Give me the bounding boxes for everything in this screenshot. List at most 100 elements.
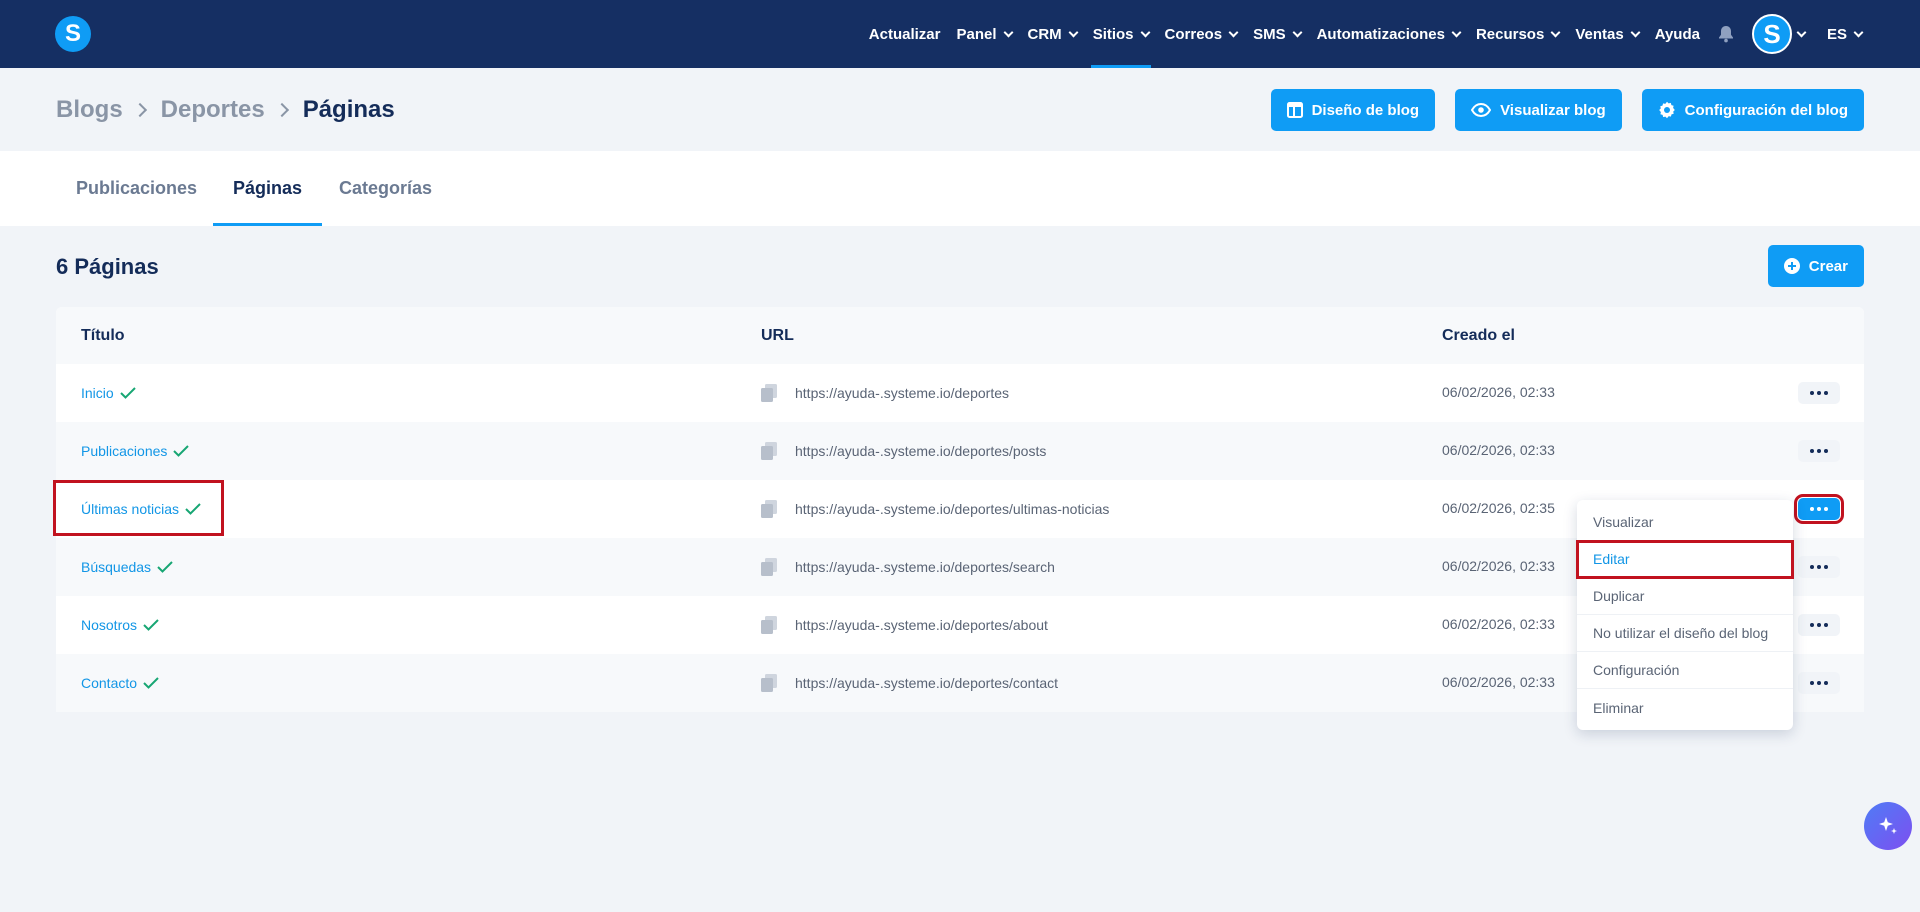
notifications-bell-icon[interactable] <box>1708 0 1744 68</box>
row-more-actions-button[interactable] <box>1798 440 1840 462</box>
created-date: 06/02/2026, 02:33 <box>1442 384 1555 400</box>
tab-categorias[interactable]: Categorías <box>319 151 452 226</box>
menu-item-configuración[interactable]: Configuración <box>1577 652 1793 689</box>
copy-icon[interactable] <box>761 674 777 692</box>
nav-item-crm[interactable]: CRM <box>1020 0 1085 68</box>
page-title-link[interactable]: Inicio <box>81 385 114 401</box>
nav-label: Sitios <box>1092 25 1134 43</box>
blog-settings-button[interactable]: Configuración del blog <box>1641 89 1864 131</box>
nav-item-recursos[interactable]: Recursos <box>1468 0 1567 68</box>
row-more-actions-button[interactable] <box>1794 494 1844 524</box>
copy-icon[interactable] <box>761 500 777 518</box>
table-row: Inicio https://ayuda-.systeme.io/deporte… <box>56 364 1864 422</box>
check-icon <box>157 561 173 573</box>
create-button[interactable]: Crear <box>1767 245 1864 287</box>
column-header-created: Creado el <box>1442 326 1515 344</box>
menu-item-no-utilizar-el-diseño-del-blog[interactable]: No utilizar el diseño del blog <box>1577 615 1793 652</box>
tab-paginas[interactable]: Páginas <box>213 151 323 226</box>
created-date: 06/02/2026, 02:33 <box>1442 616 1555 632</box>
chevron-down-icon <box>1630 27 1641 37</box>
page-title-link[interactable]: Nosotros <box>81 617 137 633</box>
nav-item-ventas[interactable]: Ventas <box>1567 0 1646 68</box>
check-icon <box>185 503 201 515</box>
breadcrumb-blogs[interactable]: Blogs <box>56 96 123 124</box>
created-date: 06/02/2026, 02:35 <box>1442 500 1555 516</box>
dot <box>1824 391 1828 395</box>
copy-icon[interactable] <box>761 558 777 576</box>
language-selector[interactable]: ES <box>1819 0 1870 68</box>
chevron-down-icon <box>1451 27 1462 37</box>
nav-item-sitios[interactable]: Sitios <box>1085 0 1157 68</box>
dot <box>1810 507 1814 511</box>
systeme-logo[interactable]: S <box>55 16 91 52</box>
nav-label: Ventas <box>1575 25 1624 43</box>
chevron-right-icon <box>132 102 147 118</box>
created-date: 06/02/2026, 02:33 <box>1442 674 1555 690</box>
page-url: https://ayuda-.systeme.io/deportes <box>795 385 1009 401</box>
language-label: ES <box>1826 25 1847 43</box>
dot <box>1824 507 1828 511</box>
dot <box>1817 391 1821 395</box>
layout-icon <box>1286 102 1303 118</box>
row-more-actions-button[interactable] <box>1798 614 1840 636</box>
page-url: https://ayuda-.systeme.io/deportes/posts <box>795 443 1047 459</box>
column-header-title: Título <box>81 326 125 344</box>
view-blog-label: Visualizar blog <box>1500 101 1606 119</box>
column-header-url: URL <box>761 326 794 344</box>
nav-item-ayuda[interactable]: Ayuda <box>1647 0 1708 68</box>
row-created-cell: 06/02/2026, 02:33 <box>1442 442 1555 460</box>
page-url: https://ayuda-.systeme.io/deportes/about <box>795 617 1048 633</box>
nav-label: Recursos <box>1475 25 1545 43</box>
ai-assistant-button[interactable] <box>1864 802 1912 850</box>
chevron-down-icon <box>1550 27 1561 37</box>
check-icon <box>119 387 136 399</box>
menu-item-visualizar[interactable]: Visualizar <box>1577 504 1793 541</box>
menu-item-duplicar[interactable]: Duplicar <box>1577 578 1793 615</box>
breadcrumb-deportes[interactable]: Deportes <box>161 96 265 124</box>
tab-label: Categorías <box>339 178 433 198</box>
nav-label: CRM <box>1027 25 1062 43</box>
nav-item-automatizaciones[interactable]: Automatizaciones <box>1309 0 1468 68</box>
copy-icon[interactable] <box>761 384 777 402</box>
blog-design-label: Diseño de blog <box>1311 101 1420 119</box>
table-header: Título URL Creado el <box>56 307 1864 364</box>
nav-label: Panel <box>956 25 997 43</box>
tab-publicaciones[interactable]: Publicaciones <box>56 151 217 226</box>
blog-design-button[interactable]: Diseño de blog <box>1270 89 1436 131</box>
page-title-link[interactable]: Búsquedas <box>81 559 151 575</box>
row-created-cell: 06/02/2026, 02:35 <box>1442 500 1555 518</box>
view-blog-button[interactable]: Visualizar blog <box>1455 89 1622 131</box>
page-title-link[interactable]: Últimas noticias <box>81 501 179 517</box>
row-created-cell: 06/02/2026, 02:33 <box>1442 558 1555 576</box>
row-more-actions-button[interactable] <box>1798 382 1840 404</box>
dot <box>1810 565 1814 569</box>
nav-item-actualizar[interactable]: Actualizar <box>861 0 949 68</box>
nav-item-correos[interactable]: Correos <box>1157 0 1246 68</box>
row-more-actions-button[interactable] <box>1798 556 1840 578</box>
chevron-down-icon <box>1292 27 1303 37</box>
nav-item-panel[interactable]: Panel <box>948 0 1019 68</box>
page-title-link[interactable]: Contacto <box>81 675 137 691</box>
page-title-link[interactable]: Publicaciones <box>81 443 167 459</box>
nav-item-sms[interactable]: SMS <box>1245 0 1309 68</box>
nav-label: Ayuda <box>1654 25 1700 43</box>
dot <box>1817 565 1821 569</box>
tabs-bar: Publicaciones Páginas Categorías <box>0 151 1920 226</box>
chevron-down-icon <box>1003 27 1013 37</box>
menu-item-editar[interactable]: Editar <box>1576 540 1794 579</box>
copy-icon[interactable] <box>761 616 777 634</box>
row-title-cell: Publicaciones <box>81 443 190 459</box>
copy-icon[interactable] <box>761 442 777 460</box>
menu-item-eliminar[interactable]: Eliminar <box>1577 689 1793 726</box>
nav-label: Automatizaciones <box>1316 25 1445 43</box>
dot <box>1810 623 1814 627</box>
dot <box>1824 623 1828 627</box>
chevron-down-icon[interactable] <box>1796 0 1807 68</box>
row-created-cell: 06/02/2026, 02:33 <box>1442 384 1555 402</box>
user-avatar[interactable]: S <box>1751 14 1792 54</box>
breadcrumb-paginas: Páginas <box>302 96 395 123</box>
page-url: https://ayuda-.systeme.io/deportes/conta… <box>795 675 1059 691</box>
nav-label: SMS <box>1253 25 1286 43</box>
row-title-cell: Nosotros <box>81 617 159 633</box>
row-more-actions-button[interactable] <box>1798 672 1840 694</box>
